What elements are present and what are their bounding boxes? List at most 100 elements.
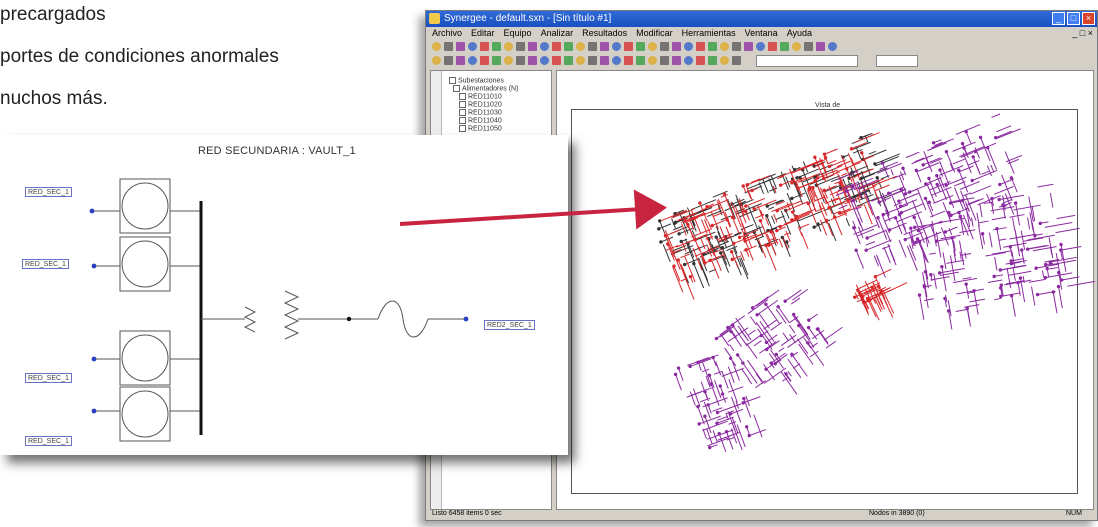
- status-nodes: Nodos in 3890 (0): [869, 510, 925, 517]
- detail-title: RED SECUNDARIA : VAULT_1: [198, 145, 356, 157]
- menu-modificar[interactable]: Modificar: [636, 27, 673, 40]
- mdi-controls[interactable]: _ □ ×: [1072, 27, 1093, 40]
- toolbar-tool-icon[interactable]: [792, 42, 801, 51]
- menu-editar[interactable]: Editar: [471, 27, 495, 40]
- tree-node-item[interactable]: RED11040: [459, 117, 502, 124]
- minimize-button[interactable]: _: [1052, 12, 1065, 25]
- toolbar-tool-icon[interactable]: [636, 42, 645, 51]
- window-titlebar[interactable]: Synergee - default.sxn - [Sin título #1]…: [426, 11, 1097, 27]
- menu-herramientas[interactable]: Herramientas: [682, 27, 736, 40]
- tree-node-item[interactable]: RED11010: [459, 93, 502, 100]
- toolbar-tool-icon[interactable]: [432, 56, 441, 65]
- toolbar-tool-icon[interactable]: [660, 42, 669, 51]
- toolbar-tool-icon[interactable]: [624, 56, 633, 65]
- node-icon: [459, 93, 466, 100]
- toolbar-tool-icon[interactable]: [600, 56, 609, 65]
- menu-archivo[interactable]: Archivo: [432, 27, 462, 40]
- toolbar-tool-icon[interactable]: [492, 56, 501, 65]
- toolbar-tool-icon[interactable]: [504, 42, 513, 51]
- tree-node-item[interactable]: RED11050: [459, 125, 502, 132]
- toolbar-tool-icon[interactable]: [492, 42, 501, 51]
- toolbar-tool-icon[interactable]: [588, 56, 597, 65]
- toolbar-tool-icon[interactable]: [648, 42, 657, 51]
- zoom-select[interactable]: [876, 55, 918, 67]
- toolbar-tool-icon[interactable]: [816, 42, 825, 51]
- tree-node-item[interactable]: RED11030: [459, 109, 502, 116]
- toolbar-tool-icon[interactable]: [480, 56, 489, 65]
- toolbar-tool-icon[interactable]: [624, 42, 633, 51]
- menu-ventana[interactable]: Ventana: [745, 27, 778, 40]
- toolbar-tool-icon[interactable]: [456, 42, 465, 51]
- toolbar-tool-icon[interactable]: [564, 56, 573, 65]
- toolbar-tool-icon[interactable]: [468, 42, 477, 51]
- toolbar-tool-icon[interactable]: [684, 56, 693, 65]
- network-map[interactable]: [557, 71, 1095, 511]
- toolbar-tool-icon[interactable]: [444, 42, 453, 51]
- map-view[interactable]: Vista de: [556, 70, 1095, 511]
- toolbar-tool-icon[interactable]: [516, 56, 525, 65]
- toolbar-tool-icon[interactable]: [780, 42, 789, 51]
- fuse: [377, 300, 429, 338]
- schematic-diagram: [89, 178, 469, 442]
- menu-equipo[interactable]: Equipo: [504, 27, 532, 40]
- toolbar-tool-icon[interactable]: [444, 56, 453, 65]
- toolbar-tool-icon[interactable]: [696, 56, 705, 65]
- toolbar-tool-icon[interactable]: [540, 42, 549, 51]
- toolbar-tool-icon[interactable]: [732, 42, 741, 51]
- toolbar-tool-icon[interactable]: [756, 42, 765, 51]
- transformer-box: [119, 236, 171, 292]
- toolbar-tool-icon[interactable]: [696, 42, 705, 51]
- text-mas: nuchos más.: [0, 88, 108, 109]
- menu-ayuda[interactable]: Ayuda: [787, 27, 812, 40]
- status-num: NUM: [1066, 510, 1082, 517]
- junction-node: [346, 316, 352, 322]
- toolbar-tool-icon[interactable]: [612, 56, 621, 65]
- menu-bar: Archivo Editar Equipo Analizar Resultado…: [426, 27, 1097, 40]
- toolbar-tool-icon[interactable]: [600, 42, 609, 51]
- menu-resultados[interactable]: Resultados: [582, 27, 627, 40]
- toolbar-tool-icon[interactable]: [504, 56, 513, 65]
- toolbar-tool-icon[interactable]: [828, 42, 837, 51]
- menu-analizar[interactable]: Analizar: [541, 27, 574, 40]
- expand-icon: [449, 77, 456, 84]
- toolbar-tool-icon[interactable]: [720, 56, 729, 65]
- toolbar-tool-icon[interactable]: [768, 42, 777, 51]
- toolbar-tool-icon[interactable]: [540, 56, 549, 65]
- toolbar-tool-icon[interactable]: [744, 42, 753, 51]
- toolbar-tool-icon[interactable]: [480, 42, 489, 51]
- toolbar-tool-icon[interactable]: [708, 42, 717, 51]
- toolbar-tool-icon[interactable]: [636, 56, 645, 65]
- toolbar-tool-icon[interactable]: [516, 42, 525, 51]
- toolbar-tool-icon[interactable]: [456, 56, 465, 65]
- toolbar-tool-icon[interactable]: [804, 42, 813, 51]
- toolbar-tool-icon[interactable]: [672, 56, 681, 65]
- toolbar-tool-icon[interactable]: [732, 56, 741, 65]
- toolbar-tool-icon[interactable]: [432, 42, 441, 51]
- feeder-label: RED_SEC_1: [22, 259, 69, 269]
- close-button[interactable]: ×: [1082, 12, 1095, 25]
- toolbar-tool-icon[interactable]: [612, 42, 621, 51]
- tree-node-group[interactable]: Alimentadores (N): [453, 85, 518, 92]
- toolbar-tool-icon[interactable]: [552, 56, 561, 65]
- toolbar-tool-icon[interactable]: [528, 42, 537, 51]
- maximize-button[interactable]: □: [1067, 12, 1080, 25]
- toolbar-tool-icon[interactable]: [528, 56, 537, 65]
- toolbar-tool-icon[interactable]: [648, 56, 657, 65]
- toolbar-tool-icon[interactable]: [576, 56, 585, 65]
- toolbar-tool-icon[interactable]: [564, 42, 573, 51]
- tree-node-item[interactable]: RED11020: [459, 101, 502, 108]
- tree-node-root[interactable]: Subestaciones: [449, 77, 504, 84]
- toolbar-tool-icon[interactable]: [552, 42, 561, 51]
- toolbar-tool-icon[interactable]: [708, 56, 717, 65]
- toolbar-tool-icon[interactable]: [684, 42, 693, 51]
- toolbar-standard: [426, 40, 1097, 53]
- toolbar-tool-icon[interactable]: [660, 56, 669, 65]
- toolbar-tool-icon[interactable]: [468, 56, 477, 65]
- toolbar-tool-icon[interactable]: [576, 42, 585, 51]
- layer-select[interactable]: [756, 55, 858, 67]
- toolbar-tool-icon[interactable]: [588, 42, 597, 51]
- status-ready: Listo 6458 items 0 sec: [432, 510, 502, 517]
- transformer-box: [119, 330, 171, 386]
- toolbar-tool-icon[interactable]: [672, 42, 681, 51]
- toolbar-tool-icon[interactable]: [720, 42, 729, 51]
